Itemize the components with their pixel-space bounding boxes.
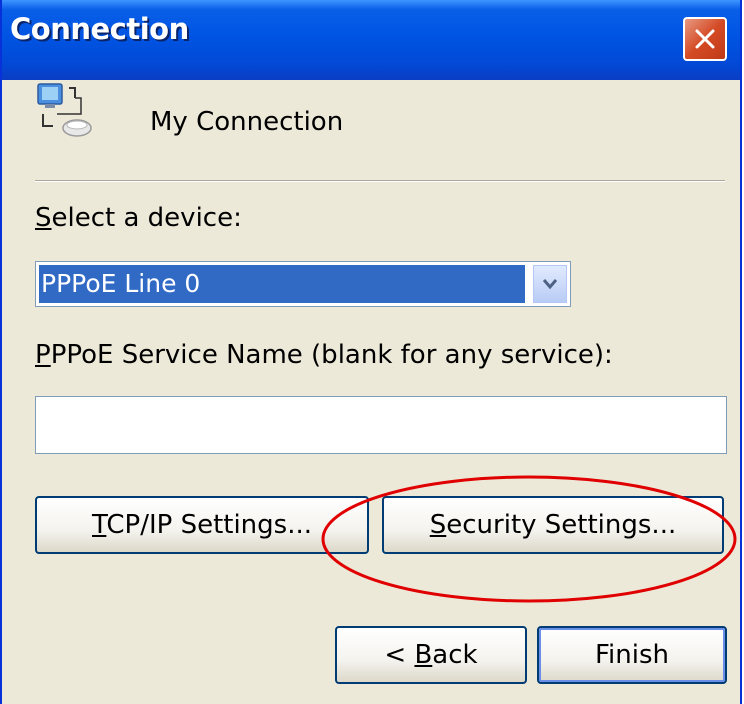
dropdown-button[interactable]	[533, 265, 567, 303]
close-button[interactable]	[683, 17, 727, 61]
device-label: Select a device:	[35, 203, 242, 233]
service-name-input[interactable]	[35, 396, 727, 454]
chevron-down-icon	[542, 279, 558, 290]
service-label-text: PPoE Service Name (blank for any service…	[50, 340, 613, 370]
back-label: ack	[432, 640, 478, 670]
connection-name: My Connection	[150, 107, 344, 137]
back-prefix: <	[384, 640, 415, 670]
tcpip-label: CP/IP Settings...	[106, 510, 312, 540]
security-settings-button[interactable]: Security Settings...	[382, 496, 724, 554]
separator	[35, 180, 725, 182]
security-label: ecurity Settings...	[446, 510, 677, 540]
window-title: Connection	[10, 12, 189, 46]
security-access-key: S	[429, 510, 447, 540]
device-label-text: elect a device:	[51, 203, 242, 233]
finish-button[interactable]: Finish	[537, 626, 727, 684]
back-button[interactable]: < Back	[335, 626, 527, 684]
tcpip-settings-button[interactable]: TCP/IP Settings...	[35, 496, 369, 554]
connection-dialog: Connection My Connection Select a device…	[0, 0, 742, 704]
service-name-label: PPPoE Service Name (blank for any servic…	[35, 340, 613, 370]
back-access-key: B	[414, 640, 433, 670]
device-select[interactable]: PPPoE Line 0	[35, 261, 571, 307]
device-label-access-key: S	[35, 203, 52, 233]
service-label-access-key: P	[35, 340, 51, 370]
network-connection-icon	[37, 83, 92, 137]
title-bar[interactable]: Connection	[2, 0, 740, 80]
device-select-value: PPPoE Line 0	[39, 265, 525, 303]
close-icon	[695, 29, 715, 49]
tcpip-access-key: T	[92, 510, 107, 540]
